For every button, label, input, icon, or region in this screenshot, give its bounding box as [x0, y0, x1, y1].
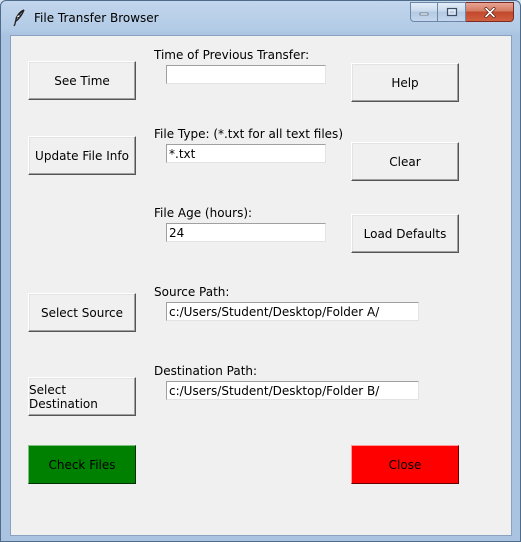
previous-transfer-field[interactable]: [166, 65, 326, 84]
feather-icon: [13, 9, 25, 27]
load-defaults-button[interactable]: Load Defaults: [351, 214, 459, 253]
minimize-icon: [419, 12, 429, 16]
select-source-button[interactable]: Select Source: [28, 293, 136, 332]
maximize-icon: [446, 7, 457, 17]
client-area: See Time Update File Info Select Source …: [10, 35, 512, 536]
destination-path-field[interactable]: [166, 381, 419, 400]
help-button[interactable]: Help: [351, 63, 459, 102]
destination-path-label: Destination Path:: [154, 364, 258, 378]
file-type-field[interactable]: [166, 144, 326, 163]
file-type-label: File Type: (*.txt for all text files): [154, 127, 343, 141]
minimize-button[interactable]: [410, 2, 438, 22]
maximize-button[interactable]: [438, 2, 466, 22]
clear-button[interactable]: Clear: [351, 142, 459, 181]
window-title: File Transfer Browser: [34, 11, 159, 25]
close-icon: [484, 6, 495, 18]
source-path-label: Source Path:: [154, 285, 230, 299]
source-path-field[interactable]: [166, 302, 419, 321]
see-time-button[interactable]: See Time: [28, 61, 136, 100]
file-age-label: File Age (hours):: [154, 206, 253, 220]
title-bar[interactable]: File Transfer Browser: [1, 1, 520, 35]
app-window: File Transfer Browser See Time Update Fi…: [0, 0, 521, 542]
file-age-field[interactable]: [166, 223, 326, 242]
select-destination-button[interactable]: Select Destination: [28, 377, 136, 416]
update-file-info-button[interactable]: Update File Info: [28, 136, 136, 175]
previous-transfer-label: Time of Previous Transfer:: [154, 48, 310, 62]
check-files-button[interactable]: Check Files: [28, 445, 136, 484]
window-close-button[interactable]: [466, 2, 514, 22]
close-button[interactable]: Close: [351, 445, 459, 484]
